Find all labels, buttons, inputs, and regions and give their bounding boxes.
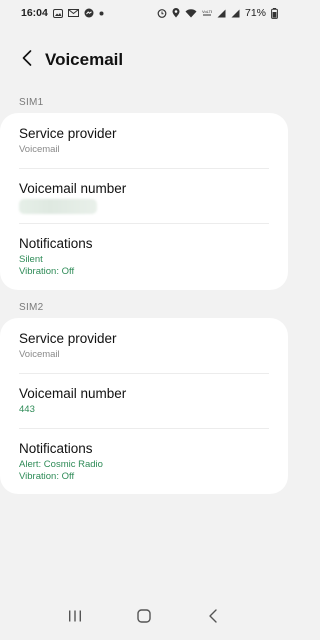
divider bbox=[19, 428, 269, 429]
row-value: 443 bbox=[19, 404, 35, 415]
app-bar: Voicemail bbox=[0, 44, 288, 76]
mail-icon bbox=[67, 9, 79, 17]
section-label-sim2: SIM2 bbox=[19, 302, 44, 313]
row-value: Voicemail bbox=[19, 144, 60, 155]
sim1-card: Service provider Voicemail Voicemail num… bbox=[0, 113, 288, 290]
sim1-notifications-row[interactable]: Notifications Silent Vibration: Off bbox=[19, 236, 269, 277]
messenger-icon bbox=[84, 8, 94, 18]
row-value-secondary: Vibration: Off bbox=[19, 471, 75, 482]
location-icon bbox=[172, 8, 180, 18]
sim2-voicemail-number-row[interactable]: Voicemail number 443 bbox=[19, 386, 269, 415]
recents-button[interactable] bbox=[55, 600, 95, 636]
row-title: Notifications bbox=[19, 441, 93, 456]
dot-icon bbox=[99, 11, 104, 16]
status-bar: 16:04 VoLTE 71% bbox=[0, 0, 288, 26]
home-icon bbox=[137, 608, 151, 628]
row-title: Voicemail number bbox=[19, 386, 127, 401]
signal-icon bbox=[231, 9, 240, 18]
recents-icon bbox=[68, 609, 82, 627]
page-title: Voicemail bbox=[45, 50, 124, 69]
redacted-number bbox=[19, 199, 97, 214]
section-label-sim1: SIM1 bbox=[19, 97, 44, 108]
sim1-service-provider-row[interactable]: Service provider Voicemail bbox=[19, 126, 269, 155]
clock: 16:04 bbox=[21, 7, 48, 19]
nav-back-button[interactable] bbox=[193, 600, 233, 636]
svg-text:VoLTE: VoLTE bbox=[202, 9, 212, 14]
row-value-secondary: Vibration: Off bbox=[19, 266, 75, 277]
sim2-card: Service provider Voicemail Voicemail num… bbox=[0, 318, 288, 494]
home-button[interactable] bbox=[124, 600, 164, 636]
sim1-voicemail-number-row[interactable]: Voicemail number bbox=[19, 181, 269, 214]
divider bbox=[19, 223, 269, 224]
back-button[interactable] bbox=[12, 44, 42, 76]
wifi-icon bbox=[185, 8, 197, 18]
status-bar-left: 16:04 bbox=[21, 7, 104, 19]
sim2-service-provider-row[interactable]: Service provider Voicemail bbox=[19, 331, 269, 360]
row-value: Silent bbox=[19, 254, 43, 265]
row-value: Alert: Cosmic Radio bbox=[19, 459, 103, 470]
chevron-left-icon bbox=[22, 49, 32, 71]
battery-percent: 71% bbox=[244, 7, 266, 19]
divider bbox=[19, 373, 269, 374]
back-icon bbox=[209, 608, 218, 628]
status-bar-right: VoLTE 71% bbox=[157, 7, 278, 19]
signal-icon bbox=[217, 9, 226, 18]
gallery-icon bbox=[52, 8, 63, 18]
row-title: Service provider bbox=[19, 126, 117, 141]
alarm-icon bbox=[157, 8, 167, 18]
row-title: Service provider bbox=[19, 331, 117, 346]
battery-icon bbox=[271, 7, 278, 19]
row-value: Voicemail bbox=[19, 349, 60, 360]
volte-icon: VoLTE bbox=[202, 9, 212, 18]
row-title: Notifications bbox=[19, 236, 93, 251]
navigation-bar bbox=[0, 596, 288, 640]
sim2-notifications-row[interactable]: Notifications Alert: Cosmic Radio Vibrat… bbox=[19, 441, 269, 482]
row-title: Voicemail number bbox=[19, 181, 127, 196]
divider bbox=[19, 168, 269, 169]
